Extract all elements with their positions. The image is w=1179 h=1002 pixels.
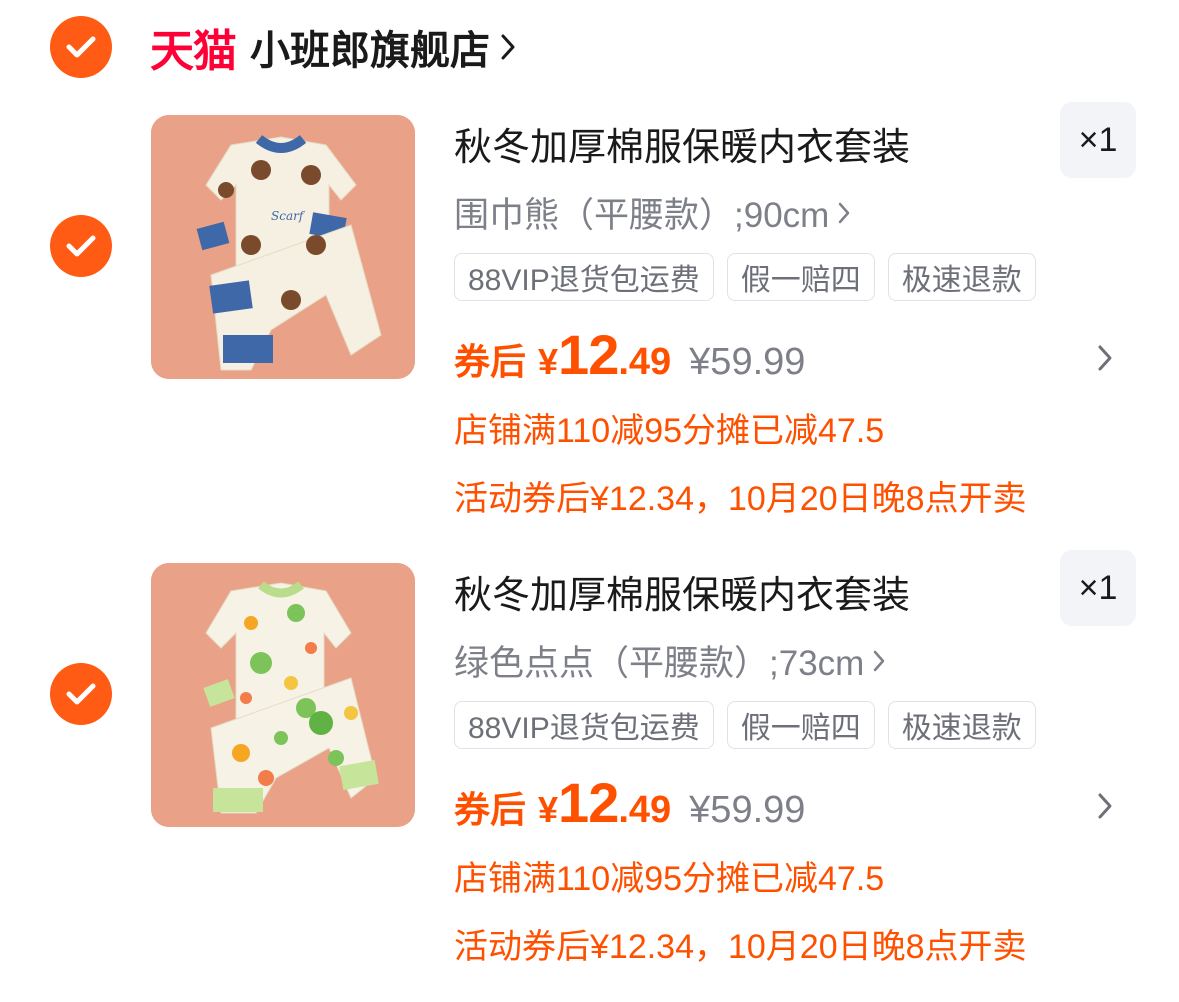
service-tags: 88VIP退货包运费 假一赔四 极速退款: [454, 701, 1036, 749]
tag-fake-compensation: 假一赔四: [726, 701, 875, 749]
item-spec-text: 围巾熊（平腰款）;90cm: [454, 196, 830, 235]
item-select-checkbox[interactable]: [50, 663, 112, 725]
check-icon: [66, 235, 96, 257]
tag-vip-return: 88VIP退货包运费: [454, 253, 714, 301]
price-decimal: .49: [618, 789, 672, 831]
item-title[interactable]: 秋冬加厚棉服保暖内衣套装: [454, 116, 910, 171]
item-title[interactable]: 秋冬加厚棉服保暖内衣套装: [454, 564, 910, 619]
product-image[interactable]: Scarf: [151, 115, 415, 379]
chevron-right-icon[interactable]: [1096, 791, 1114, 821]
price-integer: 12: [558, 323, 619, 386]
chevron-right-icon: [501, 34, 515, 60]
tmall-logo: 天猫: [150, 27, 237, 76]
shop-name: 小班郎旗舰店: [250, 29, 490, 73]
price-row: 券后 ¥ 12 .49 ¥59.99: [454, 770, 805, 835]
item-select-checkbox[interactable]: [50, 215, 112, 277]
item-spec-selector[interactable]: 绿色点点（平腰款）;73cm: [454, 635, 886, 686]
svg-text:Scarf: Scarf: [271, 209, 306, 223]
bear-pajama-image: Scarf: [151, 115, 415, 379]
shop-select-checkbox[interactable]: [50, 16, 112, 78]
product-image[interactable]: [151, 563, 415, 827]
store-discount-text: 店铺满110减95分摊已减47.5: [454, 860, 885, 898]
original-price: ¥59.99: [689, 341, 806, 383]
tag-fast-refund: 极速退款: [887, 701, 1036, 749]
chevron-right-icon: [839, 202, 850, 223]
currency-symbol: ¥: [538, 341, 559, 382]
coupon-price-label: 券后: [454, 789, 527, 830]
activity-coupon-text: 活动券后¥12.34，10月20日晚8点开卖: [454, 928, 1027, 966]
activity-coupon-text: 活动券后¥12.34，10月20日晚8点开卖: [454, 480, 1027, 518]
price-row: 券后 ¥ 12 .49 ¥59.99: [454, 322, 805, 387]
chevron-right-icon[interactable]: [1096, 343, 1114, 373]
price-decimal: .49: [618, 341, 672, 383]
dots-pajama-image: [151, 563, 415, 827]
coupon-price-label: 券后: [454, 341, 527, 382]
shop-header[interactable]: 天猫 小班郎旗舰店: [150, 20, 516, 76]
store-discount-text: 店铺满110减95分摊已减47.5: [454, 412, 885, 450]
tag-vip-return: 88VIP退货包运费: [454, 701, 714, 749]
original-price: ¥59.99: [689, 789, 806, 831]
price-integer: 12: [558, 771, 619, 834]
currency-symbol: ¥: [538, 789, 559, 830]
quantity-badge[interactable]: ×1: [1060, 550, 1136, 626]
service-tags: 88VIP退货包运费 假一赔四 极速退款: [454, 253, 1036, 301]
quantity-badge[interactable]: ×1: [1060, 102, 1136, 178]
item-spec-selector[interactable]: 围巾熊（平腰款）;90cm: [454, 187, 851, 238]
check-icon: [66, 683, 96, 705]
check-icon: [66, 36, 96, 58]
chevron-right-icon: [874, 650, 885, 671]
tag-fake-compensation: 假一赔四: [726, 253, 875, 301]
item-spec-text: 绿色点点（平腰款）;73cm: [454, 644, 865, 683]
tag-fast-refund: 极速退款: [887, 253, 1036, 301]
